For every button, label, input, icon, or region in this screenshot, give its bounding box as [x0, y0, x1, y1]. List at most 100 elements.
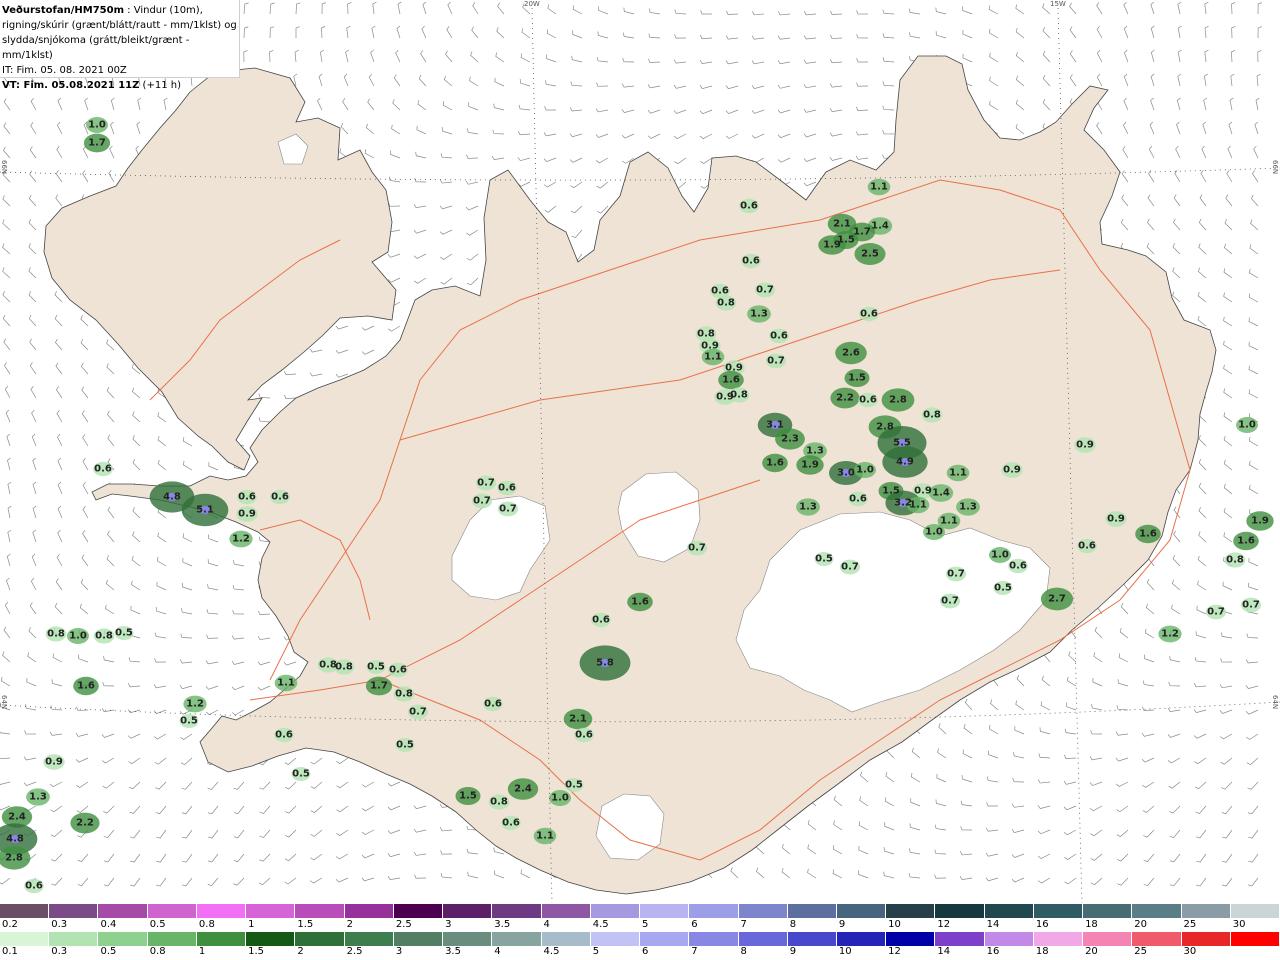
precip-value-label: 5.8	[596, 657, 614, 669]
scale-tick-label: 3.5	[494, 919, 511, 930]
scale-swatch	[49, 904, 99, 918]
scale-swatch	[98, 932, 148, 946]
scale-tick-label: 6	[691, 919, 698, 930]
precip-value-label: 5.5	[893, 437, 911, 449]
scale-swatch	[393, 932, 444, 946]
precip-value-label: 0.9	[725, 362, 743, 374]
precip-value-label: 0.6	[238, 491, 256, 503]
snow-color-scale	[0, 904, 1280, 918]
precip-value-label: 1.7	[853, 226, 871, 238]
precip-value-label: 0.8	[490, 796, 508, 808]
precip-value-label: 0.5	[815, 553, 833, 565]
precip-value-label: 1.6	[766, 457, 784, 469]
scale-tick-label: 18	[1035, 946, 1049, 957]
scale-swatch	[836, 932, 887, 946]
precip-value-label: 0.6	[498, 482, 516, 494]
scale-tick-label: 14	[986, 919, 1000, 930]
scale-swatch	[836, 904, 887, 918]
scale-swatch	[640, 904, 690, 918]
precip-value-label: 1.7	[88, 137, 106, 149]
title-desc-3: slydda/snjókoma (grátt/bleikt/grænt - mm…	[2, 35, 190, 61]
precip-value-label: 0.6	[271, 491, 289, 503]
precip-value-label: 0.7	[499, 503, 517, 515]
precip-value-label: 0.7	[477, 477, 495, 489]
scale-tick-label: 0.5	[149, 919, 166, 930]
scale-tick-label: 25	[1183, 919, 1197, 930]
precip-value-label: 0.9	[45, 756, 63, 768]
precip-value-label: 1.1	[704, 351, 722, 363]
scale-swatch	[98, 904, 148, 918]
scale-swatch	[738, 904, 788, 918]
precip-value-label: 0.5	[396, 739, 414, 751]
precip-value-label: 0.7	[756, 284, 774, 296]
precip-value-label: 0.7	[941, 595, 959, 607]
precip-value-label: 0.9	[238, 508, 256, 520]
scale-swatch	[689, 904, 739, 918]
precip-value-label: 0.8	[335, 661, 353, 673]
precip-value-label: 0.7	[1242, 599, 1260, 611]
scale-swatch	[1083, 904, 1133, 918]
scale-swatch	[246, 904, 296, 918]
precip-value-label: 1.9	[823, 239, 841, 251]
precip-value-label: 0.5	[115, 627, 133, 639]
rain-scale-ticks: 0.1 0.3 0.5 0.8 1 1.5 2 2.5 3 3.5 4 4.5 5 6 7 8 9 10 12 14 1…	[0, 946, 1280, 958]
precip-value-label: 1.1	[536, 830, 554, 842]
lat-label-66n-right: 66N	[1271, 160, 1279, 175]
scale-tick-label: 5	[592, 946, 600, 957]
precip-value-label: 0.6	[484, 698, 502, 710]
scale-swatch	[295, 932, 345, 946]
precip-value-label: 1.3	[806, 445, 824, 457]
scale-swatch	[246, 932, 296, 946]
precip-value-label: 0.8	[717, 297, 735, 309]
precip-value-label: 0.6	[740, 200, 758, 212]
precip-value-label: 0.6	[742, 255, 760, 267]
precip-value-label: 0.7	[767, 355, 785, 367]
precip-value-label: 1.9	[801, 459, 819, 471]
precip-value-label: 2.6	[842, 347, 860, 359]
scale-tick-label: 10	[888, 919, 901, 930]
scale-tick-label: 16	[986, 946, 1000, 957]
scale-tick-label: 8	[789, 919, 797, 930]
scale-tick-label: 18	[1085, 919, 1098, 930]
scale-tick-label: 8	[740, 946, 747, 957]
precip-value-label: 2.8	[876, 421, 894, 433]
scale-swatch	[443, 904, 493, 918]
precip-value-label: 2.7	[1048, 593, 1066, 605]
title-line-1: Veðurstofan/HM750m : Vindur (10m),	[2, 3, 239, 18]
scale-tick-label: 0.4	[100, 919, 117, 930]
precip-value-label: 0.7	[409, 706, 427, 718]
scale-swatch	[984, 904, 1034, 918]
precip-value-label: 0.7	[1207, 606, 1225, 618]
precip-value-label: 1.2	[1161, 628, 1179, 640]
precip-value-label: 3.0	[837, 467, 855, 479]
precip-value-label: 4.8	[6, 833, 24, 845]
precip-value-label: 0.6	[94, 463, 112, 475]
precip-value-label: 1.6	[631, 596, 649, 608]
init-time: IT: Fim. 05. 08. 2021 00Z	[2, 65, 127, 76]
precip-value-label: 0.6	[389, 664, 407, 676]
scale-swatch	[147, 932, 197, 946]
scale-tick-label: 5	[642, 919, 649, 930]
scale-tick-label: 0.5	[100, 946, 117, 957]
valid-line: VT: Fim. 05.08.2021 11Z (+11 h)	[2, 78, 239, 93]
scale-swatch	[196, 904, 247, 918]
map-title-box: Veðurstofan/HM750m : Vindur (10m), rigni…	[0, 0, 240, 91]
precip-value-label: 4.8	[163, 491, 181, 503]
precip-value-label: 2.3	[781, 433, 799, 445]
precip-value-label: 1.4	[932, 487, 950, 499]
scale-tick-label: 12	[937, 919, 951, 930]
precip-value-label: 2.5	[861, 248, 879, 260]
scale-tick-label: 7	[740, 919, 747, 930]
scale-swatch	[443, 932, 493, 946]
precip-value-label: 0.9	[1003, 464, 1021, 476]
precip-value-label: 1.0	[991, 549, 1009, 561]
precip-value-label: 1.3	[799, 501, 817, 513]
scale-swatch	[1033, 904, 1084, 918]
precip-value-label: 1.0	[551, 792, 569, 804]
scale-swatch	[1181, 932, 1231, 946]
scale-swatch	[147, 904, 197, 918]
precip-value-label: 0.5	[180, 715, 198, 727]
precip-value-label: 1.1	[870, 181, 888, 193]
scale-tick-label: 1	[198, 946, 206, 957]
precip-value-label: 1.0	[1238, 419, 1256, 431]
